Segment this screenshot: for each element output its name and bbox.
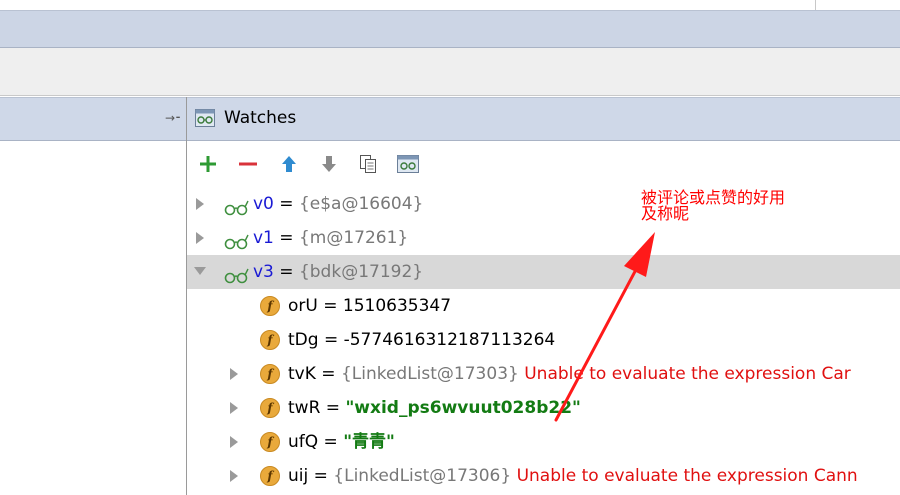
field-name: tDg [288, 330, 319, 350]
watch-name: v3 [253, 262, 274, 282]
evaluation-error: Unable to evaluate the expression Car [518, 364, 851, 384]
field-row-ufQ[interactable]: f ufQ = "青青" [187, 425, 900, 459]
watches-toolbar [187, 141, 900, 187]
field-value: {LinkedList@17303} [340, 364, 519, 384]
equals-sign: = [315, 364, 341, 384]
expand-arrow-icon[interactable] [229, 357, 243, 391]
watch-glasses-icon [223, 263, 249, 284]
field-value: "青青" [343, 432, 395, 452]
frames-panel-header: →⁃ [0, 97, 186, 141]
equals-sign: = [318, 432, 344, 452]
field-row-tvK[interactable]: f tvK = {LinkedList@17303} Unable to eva… [187, 357, 900, 391]
collapse-arrow-icon[interactable] [194, 255, 208, 289]
top-strip [0, 0, 900, 10]
field-icon: f [260, 296, 280, 316]
field-row-twR[interactable]: f twR = "wxid_ps6wvuut028b22" [187, 391, 900, 425]
arrow-down-icon[interactable] [318, 153, 340, 175]
watches-title: Watches [224, 108, 297, 128]
field-icon: f [260, 330, 280, 350]
annotation-note: 被评论或点赞的好用 及称昵 [641, 190, 841, 222]
watch-name: v1 [253, 228, 274, 248]
pin-icon[interactable]: →⁃ [164, 109, 182, 127]
field-icon: f [260, 432, 280, 452]
expand-arrow-icon[interactable] [229, 425, 243, 459]
watch-name: v0 [253, 194, 274, 214]
frames-panel-body [0, 141, 186, 495]
watches-panel-header: Watches [187, 97, 900, 141]
field-name: ufQ [288, 432, 319, 452]
expand-arrow-icon[interactable] [195, 187, 209, 221]
watch-row-v3[interactable]: v3 = {bdk@17192} [187, 255, 900, 289]
arrow-up-icon[interactable] [278, 153, 300, 175]
field-value: {LinkedList@17306} [333, 466, 512, 486]
watch-row-v1[interactable]: v1 = {m@17261} [187, 221, 900, 255]
watch-glasses-icon [223, 229, 249, 250]
expand-arrow-icon[interactable] [195, 221, 209, 255]
equals-sign: = [273, 228, 299, 248]
equals-sign: = [318, 330, 344, 350]
watch-value: {e$a@16604} [298, 194, 424, 214]
field-row-tDg[interactable]: f tDg = -5774616312187113264 [187, 323, 900, 357]
watches-window-icon [195, 109, 215, 127]
watch-glasses-icon [223, 195, 249, 216]
field-name: uij [288, 466, 309, 486]
field-name: twR [288, 398, 321, 418]
equals-sign: = [317, 296, 343, 316]
field-value: 1510635347 [342, 296, 452, 316]
minus-icon[interactable] [237, 153, 259, 175]
watches-tree: v0 = {e$a@16604} v1 = {m@17261} v3 = {bd… [187, 187, 900, 493]
equals-sign: = [320, 398, 346, 418]
equals-sign: = [273, 262, 299, 282]
copy-icon[interactable] [357, 153, 379, 175]
field-row-orU[interactable]: f orU = 1510635347 [187, 289, 900, 323]
field-name: tvK [288, 364, 316, 384]
panel-header-bar [0, 10, 900, 48]
expand-arrow-icon[interactable] [229, 391, 243, 425]
watch-value: {m@17261} [298, 228, 409, 248]
field-icon: f [260, 466, 280, 486]
field-value: -5774616312187113264 [343, 330, 556, 350]
evaluation-error: Unable to evaluate the expression Cann [511, 466, 858, 486]
field-row-uij[interactable]: f uij = {LinkedList@17306} Unable to eva… [187, 459, 900, 493]
watch-value: {bdk@17192} [298, 262, 424, 282]
field-name: orU [288, 296, 318, 316]
equals-sign: = [273, 194, 299, 214]
equals-sign: = [308, 466, 334, 486]
glasses-icon[interactable] [397, 153, 419, 175]
field-icon: f [260, 398, 280, 418]
annotation-line-2: 及称昵 [641, 204, 690, 223]
field-value: "wxid_ps6wvuut028b22" [345, 398, 581, 418]
top-divider [815, 0, 816, 10]
expand-arrow-icon[interactable] [229, 459, 243, 493]
field-icon: f [260, 364, 280, 384]
panel-toolbar-bar [0, 48, 900, 96]
plus-icon[interactable] [197, 153, 219, 175]
